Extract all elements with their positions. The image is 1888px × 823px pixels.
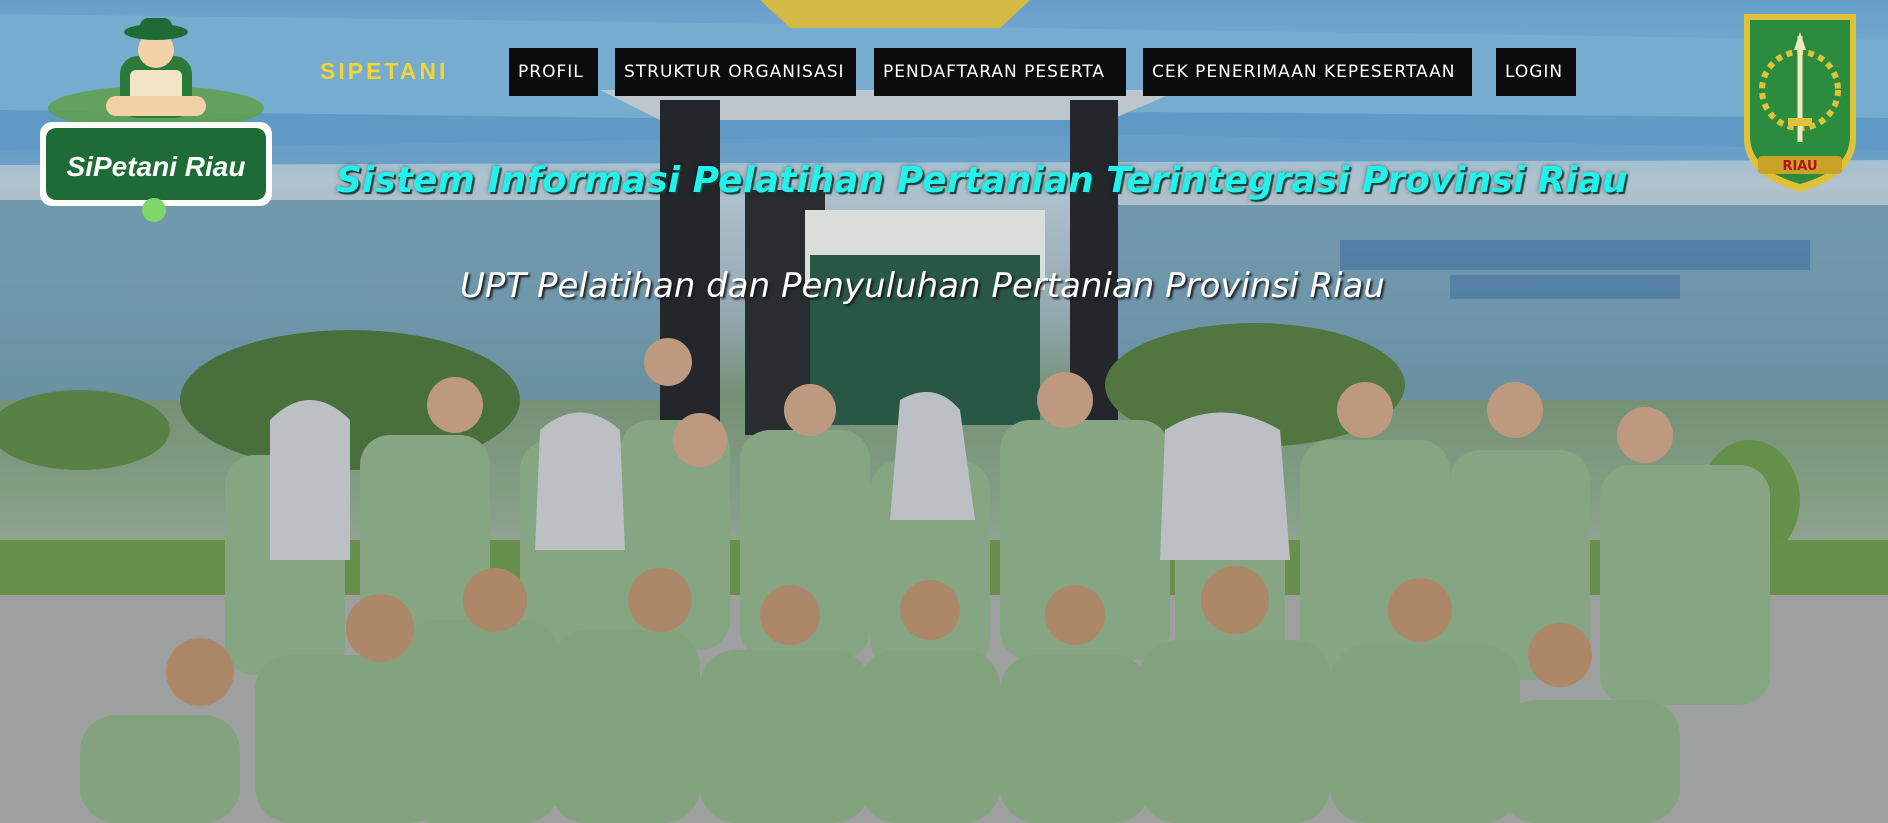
riau-province-emblem: RIAU	[1744, 14, 1856, 192]
emblem-text: RIAU	[1782, 159, 1817, 174]
hero-title: Sistem Informasi Pelatihan Pertanian Ter…	[336, 160, 1628, 201]
nav-pendaftaran-peserta[interactable]: PENDAFTARAN PESERTA	[874, 48, 1126, 96]
site-name[interactable]: SIPETANI	[320, 58, 448, 85]
nav-cek-penerimaan-kepesertaan[interactable]: CEK PENERIMAAN KEPESERTAAN	[1143, 48, 1472, 96]
hero-banner: SiPetani Riau SIPETANI PROFIL STRUKTUR O…	[0, 0, 1888, 823]
nav-login[interactable]: LOGIN	[1496, 48, 1576, 96]
nav-profil[interactable]: PROFIL	[509, 48, 598, 96]
sipetani-riau-logo-text: SiPetani Riau	[67, 151, 246, 182]
hero-background-photo	[0, 0, 1888, 823]
hero-subtitle: UPT Pelatihan dan Penyuluhan Pertanian P…	[460, 266, 1385, 306]
sipetani-riau-logo[interactable]: SiPetani Riau	[36, 10, 276, 222]
nav-struktur-organisasi[interactable]: STRUKTUR ORGANISASI	[615, 48, 856, 96]
